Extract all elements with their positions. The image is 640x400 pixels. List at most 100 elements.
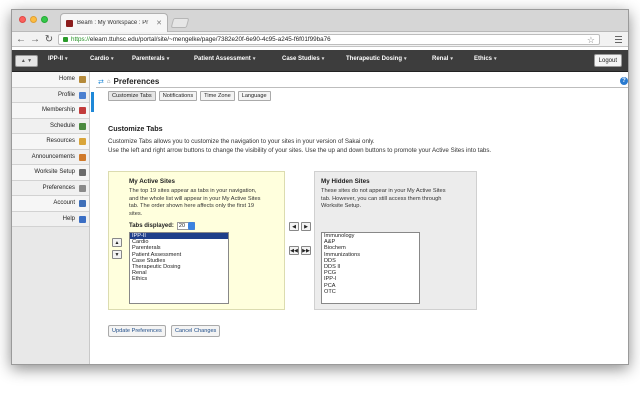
site-tab-label: Case Studies	[282, 56, 320, 62]
site-tab-renal[interactable]: Renal ▾	[432, 56, 453, 62]
folder-icon	[79, 138, 86, 145]
cancel-changes-button[interactable]: Cancel Changes	[171, 325, 221, 337]
home-icon	[79, 76, 86, 83]
new-tab-button[interactable]	[170, 18, 190, 28]
tool-item-help[interactable]: Help	[12, 211, 89, 227]
description-line: and the whole list will appear in your M…	[129, 195, 261, 202]
url-text: https://elearn.ttuhsc.edu/portal/site/~m…	[71, 36, 331, 43]
tool-item-label: Resources	[46, 138, 75, 145]
zoom-window-button[interactable]	[41, 16, 48, 23]
tool-item-account[interactable]: Account	[12, 196, 89, 212]
site-selector-button[interactable]: ▲ ▼	[15, 55, 38, 67]
browser-window: Beam : My Workspace : Pr ✕ ← → ↻ https:/…	[11, 9, 629, 365]
home-small-icon: ⌂	[106, 78, 111, 85]
header-divider	[96, 87, 628, 88]
site-tab-label: IPP-II	[48, 56, 64, 62]
move-left-button[interactable]: ◀	[289, 222, 299, 231]
tool-item-home[interactable]: Home	[12, 72, 89, 88]
update-preferences-button[interactable]: Update Preferences	[108, 325, 166, 337]
hidden-sites-description: These sites do not appear in your My Act…	[321, 188, 446, 211]
help-icon	[79, 215, 86, 223]
tool-item-announcements[interactable]: Announcements	[12, 149, 89, 165]
tool-item-worksite-setup[interactable]: Worksite Setup	[12, 165, 89, 181]
select-arrow-icon	[187, 222, 195, 230]
tool-item-resources[interactable]: Resources	[12, 134, 89, 150]
tool-item-schedule[interactable]: Schedule	[12, 118, 89, 134]
caret-down-icon: ▾	[404, 56, 407, 62]
forward-arrow-icon[interactable]: →	[29, 33, 41, 45]
link-icon[interactable]: ⇄	[98, 78, 104, 86]
site-tab-therapeutic-dosing[interactable]: Therapeutic Dosing ▾	[346, 56, 407, 62]
active-sites-listbox[interactable]: IPP-II Cardio Parenterals Patient Assess…	[129, 232, 229, 304]
caret-down-icon: ▾	[65, 56, 68, 62]
hidden-sites-listbox[interactable]: Immunology A&P Biochem Immunizations DDS…	[321, 232, 420, 304]
site-tab-label: Cardio	[90, 56, 110, 62]
help-question-icon[interactable]: ?	[620, 77, 628, 85]
membership-icon	[79, 107, 86, 114]
bookmark-star-icon[interactable]: ☆	[587, 35, 595, 46]
tabs-displayed-value: 20	[178, 223, 186, 229]
close-window-button[interactable]	[19, 16, 26, 23]
description-line: Worksite Setup.	[321, 203, 362, 209]
main-content: ⇄ ⌂ Preferences ? Customize Tabs Notific…	[91, 74, 628, 364]
site-nav-bar: ▲ ▼ IPP-II ▾ Cardio ▾ Parenterals ▾ Patient…	[12, 50, 628, 72]
caret-down-icon: ▾	[321, 56, 325, 62]
site-tab-cardio[interactable]: Cardio ▾	[90, 56, 114, 62]
subtab-time-zone[interactable]: Time Zone	[200, 91, 235, 101]
gear-icon	[79, 184, 86, 192]
caret-down-icon: ▾	[494, 56, 497, 62]
tool-item-label: Account	[53, 200, 75, 207]
tool-item-label: Membership	[41, 107, 75, 114]
description-line: The top 19 sites appear as tabs in your …	[129, 188, 257, 194]
site-tab-parenterals[interactable]: Parenterals ▾	[132, 56, 169, 62]
back-arrow-icon[interactable]: ←	[15, 33, 27, 45]
tool-item-profile[interactable]: Profile	[12, 87, 89, 103]
tool-item-label: Profile	[57, 91, 75, 98]
active-site-option[interactable]: Ethics	[130, 276, 228, 282]
hidden-site-option[interactable]: OTC	[322, 289, 419, 295]
move-right-button[interactable]: ▶	[301, 222, 311, 231]
tool-item-membership[interactable]: Membership	[12, 103, 89, 119]
active-sites-heading: My Active Sites	[129, 178, 175, 185]
tool-item-label: Worksite Setup	[34, 169, 75, 176]
user-icon	[79, 200, 86, 207]
tool-item-label: Preferences	[42, 184, 75, 191]
minimize-window-button[interactable]	[30, 16, 37, 23]
site-tab-patient-assessment[interactable]: Patient Assessment ▾	[194, 56, 255, 62]
move-all-left-button[interactable]: ◀◀	[289, 246, 299, 255]
site-tab-ethics[interactable]: Ethics ▾	[474, 56, 497, 62]
move-all-right-button[interactable]: ▶▶	[301, 246, 311, 255]
instruction-line: Use the left and right arrow buttons to …	[108, 147, 492, 154]
reload-icon[interactable]: ↻	[43, 33, 55, 45]
caret-down-icon: ▾	[111, 56, 114, 62]
browser-menu-icon[interactable]	[612, 33, 624, 45]
tabs-displayed-select[interactable]: 20	[176, 222, 195, 230]
subtab-notifications[interactable]: Notifications	[158, 91, 198, 101]
tool-item-label: Help	[62, 215, 75, 222]
description-line: tab. The order shown here affects only t…	[129, 203, 254, 209]
browser-tab[interactable]: Beam : My Workspace : Pr ✕	[60, 13, 168, 32]
caret-down-icon: ▾	[252, 56, 256, 62]
description-line: These sites do not appear in your My Act…	[321, 188, 446, 194]
site-tab-label: Parenterals	[132, 56, 165, 62]
logout-button[interactable]: Logout	[593, 54, 622, 67]
tool-item-preferences[interactable]: Preferences	[12, 180, 89, 196]
site-tab-ipp-ii[interactable]: IPP-II ▾	[48, 56, 68, 62]
hidden-sites-heading: My Hidden Sites	[321, 178, 370, 185]
move-up-button[interactable]: ▲	[112, 238, 122, 247]
tab-close-icon[interactable]: ✕	[156, 19, 162, 27]
site-tab-case-studies[interactable]: Case Studies ▾	[282, 56, 324, 62]
tabs-displayed-label: Tabs displayed:	[129, 223, 174, 229]
tabs-displayed-row: Tabs displayed: 20	[129, 222, 195, 230]
move-down-button[interactable]: ▼	[112, 250, 122, 259]
site-tab-label: Renal	[432, 56, 449, 62]
browser-tab-title: Beam : My Workspace : Pr	[77, 20, 149, 26]
address-bar[interactable]: https://elearn.ttuhsc.edu/portal/site/~m…	[58, 34, 600, 45]
url-path: elearn.ttuhsc.edu/portal/site/~mengelke/…	[89, 36, 331, 43]
subtab-customize-tabs[interactable]: Customize Tabs	[108, 91, 156, 101]
setup-icon	[79, 169, 86, 176]
active-tool-indicator	[91, 92, 94, 112]
preferences-subtabs: Customize Tabs Notifications Time Zone L…	[108, 91, 271, 101]
caret-down-icon: ▾	[166, 56, 170, 62]
subtab-language[interactable]: Language	[237, 91, 271, 101]
